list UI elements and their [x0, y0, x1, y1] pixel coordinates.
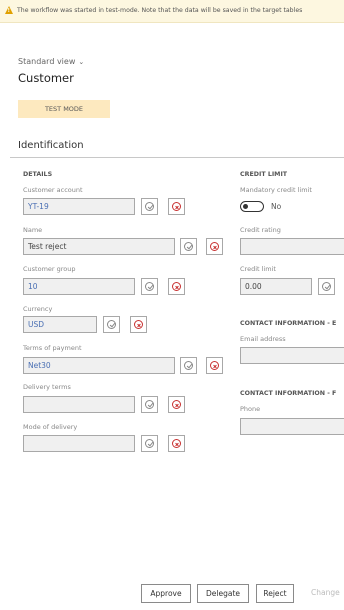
check-circle-icon	[145, 202, 154, 211]
contact-phone-header: CONTACT INFORMATION - F	[240, 390, 337, 397]
currency-label: Currency	[23, 305, 53, 313]
accept-value-button[interactable]	[141, 198, 158, 215]
credit-rating-label: Credit rating	[240, 226, 281, 234]
page-title: Customer	[18, 71, 74, 85]
accept-value-button[interactable]	[141, 278, 158, 295]
check-circle-icon	[184, 242, 193, 251]
change-button[interactable]: Change	[311, 584, 344, 603]
phone-label: Phone	[240, 405, 261, 413]
delivery-terms-field[interactable]	[23, 396, 135, 413]
customer-group-field[interactable]: 10	[23, 278, 135, 295]
terms-of-payment-label: Terms of payment	[23, 344, 82, 352]
accept-value-button[interactable]	[180, 357, 197, 374]
customer-group-label: Customer group	[23, 265, 76, 273]
name-label: Name	[23, 226, 43, 234]
check-circle-icon	[322, 282, 331, 291]
customer-account-field[interactable]: YT-19	[23, 198, 135, 215]
name-field[interactable]: Test reject	[23, 238, 175, 255]
mode-of-delivery-label: Mode of delivery	[23, 423, 78, 431]
section-title: Identification	[18, 140, 84, 151]
reject-value-button[interactable]	[168, 435, 185, 452]
contact-email-header: CONTACT INFORMATION - E	[240, 320, 337, 327]
reject-value-button[interactable]	[206, 357, 223, 374]
email-address-field[interactable]	[240, 347, 344, 364]
check-circle-icon	[145, 282, 154, 291]
cross-circle-icon	[172, 282, 181, 291]
credit-limit-field[interactable]: 0.00	[240, 278, 312, 295]
chevron-down-icon: ⌄	[78, 58, 85, 66]
accept-value-button[interactable]	[141, 435, 158, 452]
customer-account-label: Customer account	[23, 186, 83, 194]
reject-value-button[interactable]	[168, 278, 185, 295]
currency-field[interactable]: USD	[23, 316, 97, 333]
cross-circle-icon	[210, 361, 219, 370]
cross-circle-icon	[134, 320, 143, 329]
check-circle-icon	[145, 400, 154, 409]
view-selector-label: Standard view	[18, 57, 76, 66]
check-circle-icon	[107, 320, 116, 329]
details-header: DETAILS	[23, 171, 53, 178]
section-divider	[10, 157, 344, 158]
check-circle-icon	[145, 439, 154, 448]
banner-message: The workflow was started in test-mode. N…	[17, 7, 303, 14]
approve-button[interactable]: Approve	[141, 584, 191, 603]
accept-value-button[interactable]	[103, 316, 120, 333]
mandatory-credit-limit-state: No	[271, 202, 282, 211]
cross-circle-icon	[210, 242, 219, 251]
phone-field[interactable]	[240, 418, 344, 435]
reject-value-button[interactable]	[168, 396, 185, 413]
delegate-button[interactable]: Delegate	[197, 584, 249, 603]
credit-limit-header: CREDIT LIMIT	[240, 171, 288, 178]
test-mode-banner: The workflow was started in test-mode. N…	[0, 0, 344, 23]
credit-rating-field[interactable]	[240, 238, 344, 255]
accept-value-button[interactable]	[180, 238, 197, 255]
accept-value-button[interactable]	[318, 278, 335, 295]
reject-value-button[interactable]	[206, 238, 223, 255]
mandatory-credit-limit-toggle[interactable]	[240, 201, 264, 212]
email-address-label: Email address	[240, 335, 286, 343]
accept-value-button[interactable]	[141, 396, 158, 413]
cross-circle-icon	[172, 202, 181, 211]
test-mode-badge: TEST MODE	[18, 100, 110, 118]
mandatory-credit-limit-label: Mandatory credit limit	[240, 186, 312, 194]
terms-of-payment-field[interactable]: Net30	[23, 357, 175, 374]
cross-circle-icon	[172, 400, 181, 409]
delivery-terms-label: Delivery terms	[23, 383, 71, 391]
cross-circle-icon	[172, 439, 181, 448]
reject-value-button[interactable]	[130, 316, 147, 333]
credit-limit-label: Credit limit	[240, 265, 276, 273]
view-selector[interactable]: Standard view ⌄	[18, 57, 84, 66]
reject-button[interactable]: Reject	[256, 584, 294, 603]
mode-of-delivery-field[interactable]	[23, 435, 135, 452]
check-circle-icon	[184, 361, 193, 370]
warning-icon	[5, 6, 13, 14]
reject-value-button[interactable]	[168, 198, 185, 215]
